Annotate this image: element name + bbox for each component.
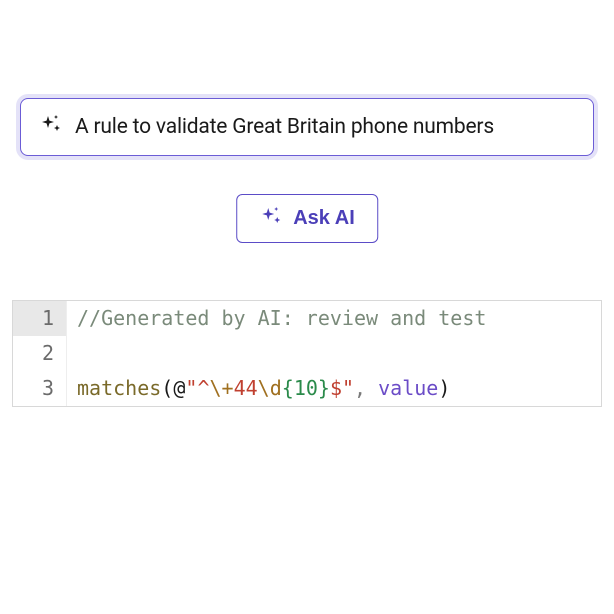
tok-esc: \d — [258, 373, 282, 404]
line-number: 2 — [13, 336, 67, 371]
code-content — [67, 336, 601, 371]
tok-at: @ — [173, 373, 185, 404]
tok-paren: ) — [438, 373, 450, 404]
tok-quote: " — [342, 373, 354, 404]
ai-prompt-value: A rule to validate Great Britain phone n… — [75, 115, 494, 139]
tok-num: 10 — [294, 373, 318, 404]
code-comment: //Generated by AI: review and test — [77, 303, 486, 334]
tok-func: matches — [77, 373, 161, 404]
tok-paren: ( — [161, 373, 173, 404]
ask-ai-label: Ask AI — [293, 207, 355, 230]
code-editor[interactable]: 1 //Generated by AI: review and test 2 3… — [12, 300, 602, 407]
tok-str: 44 — [234, 373, 258, 404]
sparkle-icon — [39, 113, 63, 141]
ask-ai-button[interactable]: Ask AI — [236, 194, 378, 243]
code-line: 1 //Generated by AI: review and test — [13, 301, 601, 336]
tok-ident: value — [378, 373, 438, 404]
line-number: 1 — [13, 301, 67, 336]
tok-esc: \+ — [209, 373, 233, 404]
tok-str: $ — [330, 373, 342, 404]
code-content: //Generated by AI: review and test — [67, 301, 601, 336]
code-line: 2 — [13, 336, 601, 371]
sparkle-icon — [259, 205, 283, 232]
code-line: 3 matches(@"^\+44\d{10}$", value) — [13, 371, 601, 406]
code-content: matches(@"^\+44\d{10}$", value) — [67, 371, 601, 406]
ai-prompt-input[interactable]: A rule to validate Great Britain phone n… — [20, 98, 594, 156]
tok-brace: } — [318, 373, 330, 404]
line-number: 3 — [13, 371, 67, 406]
tok-comma: , — [354, 373, 378, 404]
tok-brace: { — [282, 373, 294, 404]
tok-str: ^ — [197, 373, 209, 404]
tok-quote: " — [185, 373, 197, 404]
